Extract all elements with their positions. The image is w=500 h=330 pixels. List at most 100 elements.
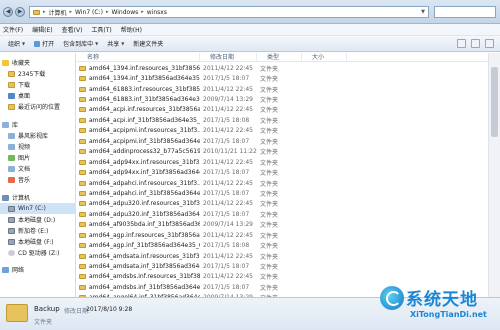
drive-icon [8, 205, 15, 212]
nav-libraries[interactable]: 库 [2, 119, 78, 130]
file-row[interactable]: amd64_61883.inf.resources_31bf3856... 201… [77, 84, 500, 94]
menu-tools[interactable]: 工具(T) [91, 25, 111, 34]
file-date: 2009/7/14 13:29 [203, 221, 253, 229]
chevron-down-icon[interactable]: ▼ [419, 8, 427, 16]
file-row[interactable]: amd64_acpi.inf_31bf3856ad364e35_6... 2017… [77, 115, 500, 125]
file-row[interactable]: amd64_af9035bda.inf_31bf3856ad36... 2009/… [77, 220, 500, 230]
new-folder-button[interactable]: 新建文件夹 [133, 39, 163, 48]
nav-win7-c[interactable]: Win7 (C:) [0, 203, 76, 214]
vertical-scrollbar[interactable] [488, 53, 500, 297]
view-options-icon[interactable] [457, 39, 466, 48]
nav-desktop[interactable]: 桌面 [8, 90, 84, 101]
file-row[interactable]: amd64_1394.inf_31bf3856ad364e35_6...2017… [77, 73, 500, 83]
folder-icon [79, 211, 86, 217]
file-name-cell: amd64_61883.inf_31bf3856ad364e35... [77, 96, 200, 103]
file-row[interactable]: amd64_amdsata.inf.resources_31bf3... 2011… [77, 251, 500, 261]
file-row[interactable]: amd64_acpipmi.inf.resources_31bf3... 2011… [77, 126, 500, 136]
folder-icon [79, 274, 86, 280]
column-size[interactable]: 大小 [302, 53, 347, 61]
file-row[interactable]: amd64_amdsbs.inf.resources_31bf38... 2011… [77, 272, 500, 282]
nav-storm-library[interactable]: 暴风影视库 [8, 130, 84, 141]
breadcrumb-separator: ▸ [141, 9, 144, 15]
desktop-icon [8, 92, 15, 99]
nav-favorites[interactable]: 收藏夹 [2, 57, 78, 68]
file-name: amd64_af9035bda.inf_31bf3856ad36... [89, 221, 200, 229]
picture-icon [8, 154, 15, 161]
nav-videos[interactable]: 视频 [8, 141, 84, 152]
file-row[interactable]: amd64_1394.inf.resources_31bf3856a... 201… [77, 63, 500, 73]
folder-icon [79, 65, 86, 71]
file-row[interactable]: amd64_amdsata.inf_31bf3856ad364e... 2017/… [77, 261, 500, 271]
file-type: 文件夹 [260, 128, 279, 136]
file-type: 文件夹 [260, 86, 279, 94]
file-row[interactable]: amd64_acpi.inf.resources_31bf3856a... 201… [77, 105, 500, 115]
file-date: 2011/4/12 22:45 [203, 252, 253, 260]
nav-label: 下载 [18, 82, 31, 89]
breadcrumb-drive[interactable]: Win7 (C:) [75, 9, 103, 16]
organize-button[interactable]: 组织 ▼ [8, 39, 25, 48]
selected-item-name: Backup [34, 305, 60, 313]
scrollbar-thumb[interactable] [491, 67, 498, 137]
file-type: 文件夹 [260, 284, 279, 292]
nav-2345-downloads[interactable]: 2345下载 [8, 68, 84, 79]
file-row[interactable]: amd64_adpu320.inf.resources_31bf3... 2011… [77, 199, 500, 209]
breadcrumb-separator: ▸ [105, 9, 109, 15]
nav-disk-f[interactable]: 本地磁盘 (F:) [8, 236, 84, 247]
nav-label: 2345下载 [18, 71, 46, 78]
share-button[interactable]: 共享 ▼ [107, 39, 124, 48]
file-name-cell: amd64_amdsata.inf_31bf3856ad364e... [77, 263, 200, 270]
breadcrumb-winsxs[interactable]: winsxs [147, 9, 167, 16]
file-name-cell: amd64_adpahci.inf.resources_31bf3... [77, 180, 200, 187]
file-name-cell: amd64_agp.inf.resources_31bf3856a... [77, 232, 200, 239]
menu-edit[interactable]: 编辑(E) [32, 25, 52, 34]
file-rows: amd64_1394.inf.resources_31bf3856a... 201… [77, 63, 500, 303]
file-type: 文件夹 [260, 190, 279, 198]
file-type: 文件夹 [260, 180, 279, 188]
file-row[interactable]: amd64_adpu320.inf_31bf3856ad364e... 2017/… [77, 209, 500, 219]
forward-button[interactable]: ▶ [15, 7, 25, 17]
include-in-library-button[interactable]: 包含到库中 ▼ [63, 39, 98, 48]
file-row[interactable]: amd64_adpahci.inf_31bf3856ad364e... 2017/… [77, 188, 500, 198]
column-name[interactable]: 名称 [77, 53, 200, 61]
breadcrumb-computer[interactable]: 计算机 [49, 8, 67, 17]
nav-downloads[interactable]: 下载 [8, 79, 84, 90]
nav-label: 计算机 [12, 195, 31, 202]
nav-recent[interactable]: 最近访问的位置 [8, 101, 84, 112]
nav-documents[interactable]: 文档 [8, 163, 84, 174]
nav-pictures[interactable]: 图片 [8, 152, 84, 163]
open-button[interactable]: 打开 [34, 39, 54, 48]
nav-music[interactable]: 音乐 [8, 174, 84, 185]
column-type[interactable]: 类型 [257, 53, 302, 61]
nav-disk-e[interactable]: 新加卷 (E:) [8, 225, 84, 236]
preview-pane-icon[interactable] [471, 39, 480, 48]
help-icon[interactable] [485, 39, 494, 48]
nav-label: 本地磁盘 (F:) [18, 239, 54, 246]
nav-disk-d[interactable]: 本地磁盘 (D:) [8, 214, 84, 225]
nav-label: 库 [12, 122, 19, 129]
file-row[interactable]: amd64_adp94xx.inf_31bf3856ad364e... 2017/… [77, 167, 500, 177]
file-row[interactable]: amd64_adpahci.inf.resources_31bf3... 2011… [77, 178, 500, 188]
nav-label: 音乐 [18, 177, 31, 184]
file-row[interactable]: amd64_addinprocess32_b77a5c5619... 2010/1… [77, 147, 500, 157]
file-row[interactable]: amd64_acpipmi.inf_31bf3856ad364e3... 2017… [77, 136, 500, 146]
menu-view[interactable]: 查看(V) [62, 25, 83, 34]
file-row[interactable]: amd64_adp94xx.inf.resources_31bf3... 2011… [77, 157, 500, 167]
folder-icon [79, 253, 86, 259]
nav-computer[interactable]: 计算机 [2, 192, 78, 203]
file-name-cell: amd64_acpipmi.inf.resources_31bf3... [77, 127, 200, 134]
file-row[interactable]: amd64_agp.inf.resources_31bf3856a... 2011… [77, 230, 500, 240]
back-button[interactable]: ◀ [3, 7, 13, 17]
breadcrumb-windows[interactable]: Windows [111, 9, 138, 16]
menu-help[interactable]: 帮助(H) [121, 25, 142, 34]
nav-cd-z[interactable]: CD 驱动器 (Z:) [8, 247, 84, 258]
column-date[interactable]: 修改日期 [200, 53, 257, 61]
folder-icon [79, 128, 86, 134]
nav-network[interactable]: 网络 [2, 264, 78, 275]
search-input[interactable] [434, 6, 496, 18]
folder-icon [79, 149, 86, 155]
file-row[interactable]: amd64_61883.inf_31bf3856ad364e35... 2009/… [77, 94, 500, 104]
file-row[interactable]: amd64_agp.inf_31bf3856ad364e35_6... 2017/… [77, 240, 500, 250]
file-date: 2011/4/12 22:45 [203, 231, 253, 239]
address-field[interactable]: ▸ 计算机 ▸ Win7 (C:) ▸ Windows ▸ winsxs ▼ [29, 6, 429, 18]
menu-file[interactable]: 文件(F) [3, 25, 23, 34]
